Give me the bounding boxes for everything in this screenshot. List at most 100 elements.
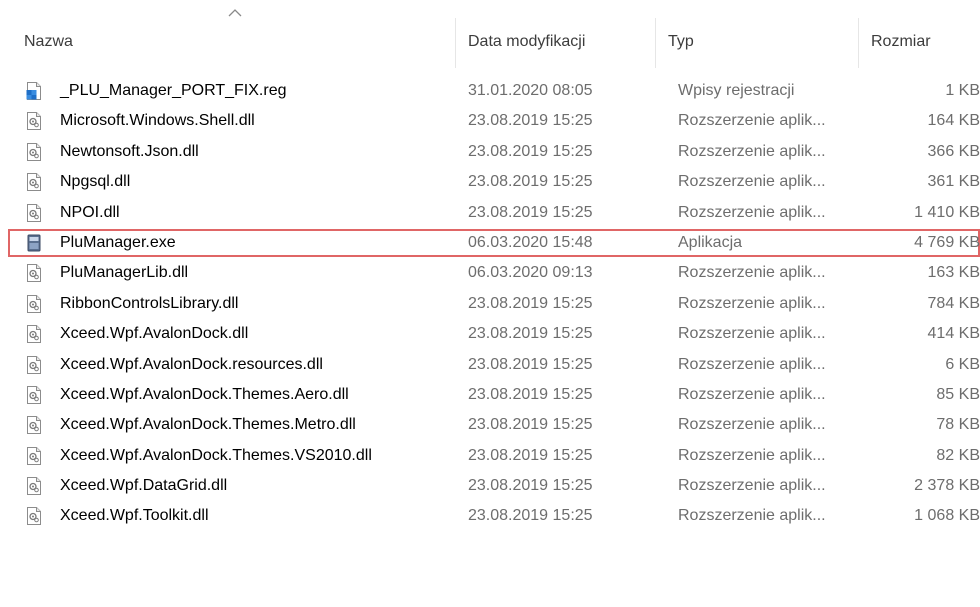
dll-file-icon	[26, 356, 42, 374]
dll-file-icon	[26, 204, 42, 222]
file-name: Npgsql.dll	[60, 173, 131, 191]
file-name: Newtonsoft.Json.dll	[60, 142, 199, 160]
file-date-modified: 06.03.2020 15:48	[468, 233, 593, 251]
file-type: Rozszerzenie aplik...	[678, 355, 826, 373]
dll-file-icon	[26, 477, 42, 495]
dll-file-icon	[26, 447, 42, 465]
file-size: 366 KB	[927, 142, 980, 160]
column-header-bar: Nazwa Data modyfikacji Typ Rozmiar	[0, 0, 980, 80]
dll-file-icon	[26, 386, 42, 404]
file-row[interactable]: RibbonControlsLibrary.dll 23.08.2019 15:2…	[0, 289, 980, 319]
file-row[interactable]: NPOI.dll 23.08.2019 15:25 Rozszerzenie apl…	[0, 198, 980, 228]
file-size: 361 KB	[927, 173, 980, 191]
file-date-modified: 23.08.2019 15:25	[468, 142, 593, 160]
file-date-modified: 23.08.2019 15:25	[468, 173, 593, 191]
file-type: Rozszerzenie aplik...	[678, 203, 826, 221]
file-date-modified: 23.08.2019 15:25	[468, 112, 593, 130]
file-type: Rozszerzenie aplik...	[678, 325, 826, 343]
registry-file-icon	[26, 82, 42, 100]
file-name: Xceed.Wpf.AvalonDock.dll	[60, 325, 249, 343]
file-date-modified: 23.08.2019 15:25	[468, 325, 593, 343]
file-row[interactable]: Xceed.Wpf.Toolkit.dll 23.08.2019 15:25 Roz…	[0, 501, 980, 531]
file-type: Rozszerzenie aplik...	[678, 294, 826, 312]
dll-file-icon	[26, 325, 42, 343]
file-date-modified: 23.08.2019 15:25	[468, 203, 593, 221]
file-size: 164 KB	[927, 112, 980, 130]
file-type: Rozszerzenie aplik...	[678, 507, 826, 525]
file-row[interactable]: Xceed.Wpf.AvalonDock.dll 23.08.2019 15:25…	[0, 319, 980, 349]
file-name: Xceed.Wpf.AvalonDock.Themes.VS2010.dll	[60, 446, 372, 464]
file-name: NPOI.dll	[60, 203, 120, 221]
file-name: Xceed.Wpf.AvalonDock.Themes.Metro.dll	[60, 416, 356, 434]
file-date-modified: 23.08.2019 15:25	[468, 507, 593, 525]
file-size: 1 KB	[945, 82, 980, 99]
file-size: 784 KB	[927, 294, 980, 312]
dll-file-icon	[26, 507, 42, 525]
column-divider[interactable]	[655, 18, 656, 68]
file-size: 1 410 KB	[914, 203, 980, 221]
file-date-modified: 23.08.2019 15:25	[468, 416, 593, 434]
file-name: Xceed.Wpf.DataGrid.dll	[60, 477, 228, 495]
file-type: Rozszerzenie aplik...	[678, 385, 826, 403]
file-size: 163 KB	[927, 264, 980, 282]
file-size: 2 378 KB	[914, 477, 980, 495]
column-header-type[interactable]: Typ	[668, 33, 694, 51]
file-date-modified: 23.08.2019 15:25	[468, 294, 593, 312]
file-name: Xceed.Wpf.AvalonDock.Themes.Aero.dll	[60, 385, 349, 403]
file-date-modified: 31.01.2020 08:05	[468, 82, 593, 99]
file-row[interactable]: Xceed.Wpf.AvalonDock.resources.dll 23.08.…	[0, 350, 980, 380]
file-size: 78 KB	[936, 416, 980, 434]
dll-file-icon	[26, 416, 42, 434]
file-date-modified: 06.03.2020 09:13	[468, 264, 593, 282]
file-type: Rozszerzenie aplik...	[678, 173, 826, 191]
file-name: PluManager.exe	[60, 233, 176, 251]
dll-file-icon	[26, 264, 42, 282]
file-date-modified: 23.08.2019 15:25	[468, 477, 593, 495]
file-row[interactable]: _PLU_Manager_PORT_FIX.reg 31.01.2020 08:0…	[0, 76, 980, 106]
column-header-size[interactable]: Rozmiar	[871, 33, 931, 51]
column-header-name[interactable]: Nazwa	[24, 33, 73, 51]
file-type: Rozszerzenie aplik...	[678, 112, 826, 130]
file-date-modified: 23.08.2019 15:25	[468, 385, 593, 403]
dll-file-icon	[26, 112, 42, 130]
file-name: _PLU_Manager_PORT_FIX.reg	[60, 82, 287, 99]
file-row[interactable]: Xceed.Wpf.AvalonDock.Themes.Metro.dll 23.…	[0, 410, 980, 440]
file-type: Rozszerzenie aplik...	[678, 264, 826, 282]
sort-ascending-icon	[228, 9, 242, 17]
file-name: Xceed.Wpf.AvalonDock.resources.dll	[60, 355, 323, 373]
file-size: 85 KB	[936, 385, 980, 403]
file-list: _PLU_Manager_PORT_FIX.reg 31.01.2020 08:0…	[0, 76, 980, 532]
file-row[interactable]: Xceed.Wpf.AvalonDock.Themes.VS2010.dll 23…	[0, 441, 980, 471]
column-divider[interactable]	[858, 18, 859, 68]
dll-file-icon	[26, 143, 42, 161]
file-type: Rozszerzenie aplik...	[678, 446, 826, 464]
file-type: Rozszerzenie aplik...	[678, 416, 826, 434]
file-row[interactable]: PluManagerLib.dll 06.03.2020 09:13 Rozszer…	[0, 258, 980, 288]
file-size: 4 769 KB	[914, 233, 980, 251]
file-name: Xceed.Wpf.Toolkit.dll	[60, 507, 209, 525]
exe-file-icon	[26, 234, 42, 252]
column-header-date[interactable]: Data modyfikacji	[468, 33, 585, 51]
file-size: 82 KB	[936, 446, 980, 464]
file-size: 6 KB	[945, 355, 980, 373]
file-row-highlighted[interactable]: PluManager.exe 06.03.2020 15:48 Aplikacja 4…	[0, 228, 980, 258]
file-row[interactable]: Newtonsoft.Json.dll 23.08.2019 15:25 Rozsz…	[0, 137, 980, 167]
file-type: Rozszerzenie aplik...	[678, 477, 826, 495]
column-divider[interactable]	[455, 18, 456, 68]
file-name: Microsoft.Windows.Shell.dll	[60, 112, 255, 130]
file-row[interactable]: Xceed.Wpf.DataGrid.dll 23.08.2019 15:25 Ro…	[0, 471, 980, 501]
file-type: Wpisy rejestracji	[678, 82, 795, 99]
file-size: 414 KB	[927, 325, 980, 343]
file-date-modified: 23.08.2019 15:25	[468, 446, 593, 464]
file-type: Rozszerzenie aplik...	[678, 142, 826, 160]
file-row[interactable]: Npgsql.dll 23.08.2019 15:25 Rozszerzenie a…	[0, 167, 980, 197]
file-row[interactable]: Xceed.Wpf.AvalonDock.Themes.Aero.dll 23.0…	[0, 380, 980, 410]
file-name: PluManagerLib.dll	[60, 264, 189, 282]
file-date-modified: 23.08.2019 15:25	[468, 355, 593, 373]
dll-file-icon	[26, 173, 42, 191]
file-row[interactable]: Microsoft.Windows.Shell.dll 23.08.2019 15…	[0, 106, 980, 136]
file-type: Aplikacja	[678, 233, 743, 251]
file-name: RibbonControlsLibrary.dll	[60, 294, 239, 312]
file-size: 1 068 KB	[914, 507, 980, 525]
dll-file-icon	[26, 295, 42, 313]
